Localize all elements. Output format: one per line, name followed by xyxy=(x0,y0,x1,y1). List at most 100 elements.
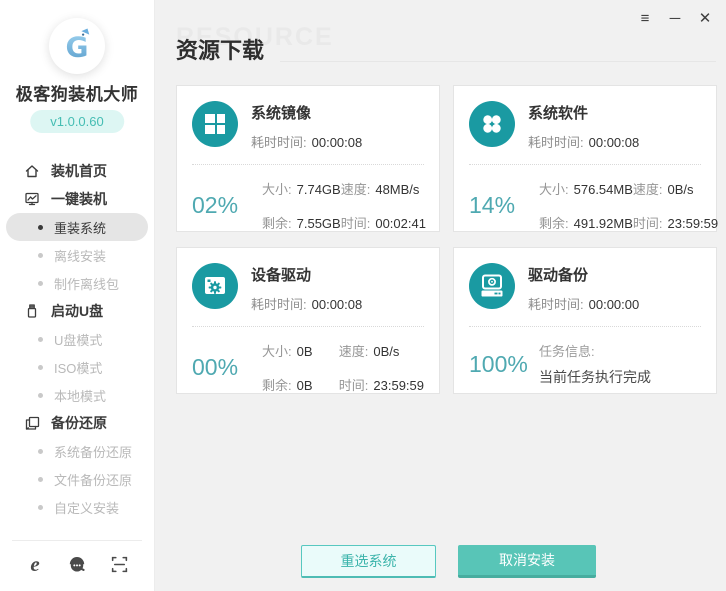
card-title: 驱动备份 xyxy=(528,264,639,285)
close-icon[interactable]: ✕ xyxy=(695,9,715,29)
window-menu-icon[interactable]: ≡ xyxy=(635,9,655,29)
sidebar-item-label: 本地模式 xyxy=(54,386,106,405)
remain-value: 7.55GB xyxy=(297,216,341,231)
customer-service-icon[interactable] xyxy=(65,552,89,576)
card-device-driver: 设备驱动 耗时时间:00:00:08 00% 大小:0B 速度:0B/s 剩余:… xyxy=(176,247,440,394)
card-divider xyxy=(469,326,701,327)
windows-grid-glyph xyxy=(192,101,238,147)
size-label: 大小: xyxy=(262,344,292,359)
sidebar-item-label: 一键装机 xyxy=(51,189,107,209)
backup-restore-icon xyxy=(24,415,40,431)
sidebar-item-label: 离线安装 xyxy=(54,246,106,265)
sidebar-item-make-offline-package[interactable]: 制作离线包 xyxy=(0,269,154,297)
home-icon xyxy=(24,163,40,179)
page-title: 资源下载 xyxy=(176,33,264,65)
ie-browser-icon[interactable]: e xyxy=(23,552,47,576)
sidebar-item-usb-mode[interactable]: U盘模式 xyxy=(0,325,154,353)
card-system-image: 系统镜像 耗时时间:00:00:08 02% 大小:7.74GB 速度:48MB… xyxy=(176,85,440,232)
progress-percent: 00% xyxy=(192,354,262,381)
speed-label: 速度: xyxy=(341,182,371,197)
elapsed-value: 00:00:00 xyxy=(589,297,640,312)
system-image-icon xyxy=(192,101,238,147)
task-status: 当前任务执行完成 xyxy=(539,367,701,387)
scan-glyph xyxy=(110,555,129,574)
sidebar-menu: 装机首页 一键装机 重装系统 离线安装 制作离线包 xyxy=(0,157,154,521)
progress-percent: 14% xyxy=(469,192,539,219)
sidebar-item-label: 装机首页 xyxy=(51,161,107,181)
dog-g-logo-icon: G xyxy=(56,25,98,67)
sidebar-item-label: U盘模式 xyxy=(54,330,102,349)
sidebar: G 极客狗装机大师 v1.0.0.60 装机首页 一键装机 重装系统 xyxy=(0,0,155,591)
card-divider xyxy=(192,164,424,165)
sidebar-item-local-mode[interactable]: 本地模式 xyxy=(0,381,154,409)
size-label: 大小: xyxy=(262,182,292,197)
window-controls: ≡ ─ ✕ xyxy=(635,9,715,29)
speed-label: 速度: xyxy=(339,344,369,359)
sidebar-item-boot-usb[interactable]: 启动U盘 xyxy=(0,297,154,325)
sidebar-footer-divider xyxy=(12,540,142,541)
driver-backup-icon xyxy=(469,263,515,309)
bullet-icon xyxy=(38,281,43,286)
reselect-system-button[interactable]: 重选系统 xyxy=(301,545,436,578)
main-panel: ≡ ─ ✕ RESOURCE 资源下载 系统镜像 耗时时间:00:00:08 xyxy=(155,0,726,591)
bullet-icon xyxy=(38,477,43,482)
card-divider xyxy=(192,326,424,327)
sidebar-item-reinstall-system[interactable]: 重装系统 xyxy=(6,213,148,241)
card-driver-backup: 驱动备份 耗时时间:00:00:00 100% 任务信息: 当前任务执行完成 xyxy=(453,247,717,394)
elapsed-label: 耗时时间: xyxy=(251,135,307,150)
time-label: 时间: xyxy=(339,378,369,393)
gear-box-glyph xyxy=(192,263,238,309)
time-value: 23:59:59 xyxy=(373,378,424,393)
sidebar-item-label: 重装系统 xyxy=(54,218,106,237)
speed-value: 0B/s xyxy=(373,344,399,359)
sidebar-item-onekey-install[interactable]: 一键装机 xyxy=(0,185,154,213)
remain-label: 剩余: xyxy=(262,378,292,393)
elapsed-label: 耗时时间: xyxy=(528,135,584,150)
scan-icon[interactable] xyxy=(107,552,131,576)
card-divider xyxy=(469,164,701,165)
version-badge: v1.0.0.60 xyxy=(30,110,124,133)
sidebar-item-label: 文件备份还原 xyxy=(54,470,132,489)
sidebar-item-file-backup-restore[interactable]: 文件备份还原 xyxy=(0,465,154,493)
remain-label: 剩余: xyxy=(539,216,569,231)
time-label: 时间: xyxy=(633,216,663,231)
card-title: 系统软件 xyxy=(528,102,639,123)
download-cards: 系统镜像 耗时时间:00:00:08 02% 大小:7.74GB 速度:48MB… xyxy=(176,85,717,394)
sidebar-item-label: 制作离线包 xyxy=(54,274,119,293)
size-value: 0B xyxy=(297,344,313,359)
bullet-icon xyxy=(38,253,43,258)
sidebar-item-iso-mode[interactable]: ISO模式 xyxy=(0,353,154,381)
remain-label: 剩余: xyxy=(262,216,292,231)
elapsed-value: 00:00:08 xyxy=(312,135,363,150)
cancel-install-button[interactable]: 取消安装 xyxy=(458,545,596,578)
sidebar-item-system-backup-restore[interactable]: 系统备份还原 xyxy=(0,437,154,465)
card-system-software: 系统软件 耗时时间:00:00:08 14% 大小:576.54MB 速度:0B… xyxy=(453,85,717,232)
system-software-icon xyxy=(469,101,515,147)
hard-drive-glyph xyxy=(469,263,515,309)
sidebar-item-label: ISO模式 xyxy=(54,358,102,377)
bullet-icon xyxy=(38,225,43,230)
task-info-label: 任务信息: xyxy=(539,341,701,360)
sidebar-item-custom-install[interactable]: 自定义安装 xyxy=(0,493,154,521)
monitor-chart-icon xyxy=(24,191,40,207)
elapsed-value: 00:00:08 xyxy=(312,297,363,312)
speed-label: 速度: xyxy=(633,182,663,197)
sidebar-item-backup-restore[interactable]: 备份还原 xyxy=(0,409,154,437)
sidebar-item-home[interactable]: 装机首页 xyxy=(0,157,154,185)
sidebar-item-label: 系统备份还原 xyxy=(54,442,132,461)
title-divider xyxy=(280,61,716,62)
bullet-icon xyxy=(38,365,43,370)
usb-drive-icon xyxy=(24,303,40,319)
time-label: 时间: xyxy=(341,216,371,231)
bullet-icon xyxy=(38,393,43,398)
sidebar-item-offline-install[interactable]: 离线安装 xyxy=(0,241,154,269)
clover-glyph xyxy=(469,101,515,147)
size-value: 576.54MB xyxy=(574,182,633,197)
sidebar-item-label: 启动U盘 xyxy=(51,301,103,321)
minimize-icon[interactable]: ─ xyxy=(665,9,685,29)
speed-value: 0B/s xyxy=(668,182,694,197)
time-value: 23:59:59 xyxy=(668,216,719,231)
bullet-icon xyxy=(38,449,43,454)
ie-glyph: e xyxy=(30,554,39,575)
sidebar-footer: e xyxy=(0,545,154,583)
